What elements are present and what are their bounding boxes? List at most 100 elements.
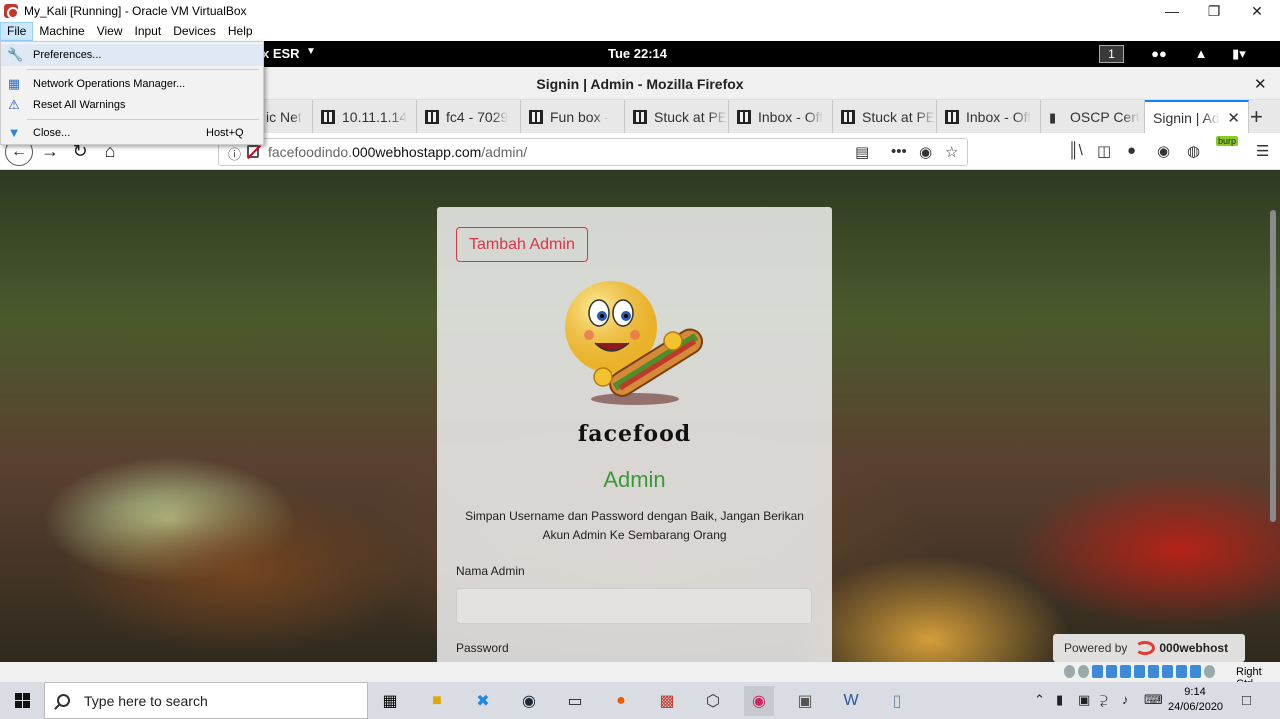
file-explorer-icon[interactable]: ■ bbox=[422, 686, 452, 716]
pocket-icon[interactable]: ◉ bbox=[919, 143, 932, 161]
taskbar-search[interactable]: Type here to search bbox=[44, 682, 368, 719]
kali-favicon-icon bbox=[633, 109, 647, 124]
powered-by-badge[interactable]: Powered by 000webhost bbox=[1053, 634, 1245, 662]
tab-3[interactable]: fc4 - 7029 bbox=[417, 100, 521, 133]
kali-favicon-icon bbox=[321, 109, 335, 124]
terminal-icon[interactable]: ▭ bbox=[560, 686, 590, 716]
menu-devices[interactable]: Devices bbox=[167, 22, 222, 41]
display-status-icon[interactable] bbox=[1148, 665, 1159, 678]
warning-icon: ⚠ bbox=[8, 97, 20, 112]
tab-close-icon[interactable]: ✕ bbox=[1227, 109, 1240, 127]
shared-folder-status-icon[interactable] bbox=[1134, 665, 1145, 678]
tab-9[interactable]: ▮ OSCP Cert bbox=[1041, 100, 1145, 133]
vscode-icon[interactable]: ✖ bbox=[468, 686, 498, 716]
close-window-button[interactable]: ✕ bbox=[1235, 0, 1279, 22]
panel-clock[interactable]: Tue 22:14 bbox=[608, 46, 667, 61]
tab-signin-active[interactable]: Signin | Ad ✕ bbox=[1145, 100, 1249, 133]
new-tab-button[interactable]: + bbox=[1250, 104, 1263, 130]
battery-icon[interactable]: ▮▾ bbox=[1230, 46, 1248, 62]
microphone-icon[interactable]: ▮ bbox=[1056, 692, 1063, 708]
optical-drive-status-icon[interactable] bbox=[1078, 665, 1089, 678]
network-icon[interactable]: ▲ bbox=[1192, 46, 1210, 62]
tray-network-icon[interactable]: ▣ bbox=[1078, 692, 1090, 708]
burp-taskbar-icon[interactable]: ▩ bbox=[652, 686, 682, 716]
recording-status-icon[interactable] bbox=[1162, 665, 1173, 678]
menu-view[interactable]: View bbox=[91, 22, 129, 41]
library-icon[interactable]: ║\ bbox=[1068, 142, 1083, 159]
virtualbox-icon bbox=[4, 4, 19, 19]
tab-7[interactable]: Stuck at PE bbox=[833, 100, 937, 133]
usb-status-icon[interactable] bbox=[1120, 665, 1131, 678]
page-scrollbar[interactable] bbox=[1270, 210, 1276, 522]
virtualbox-menubar: File Machine View Input Devices Help bbox=[0, 22, 1280, 41]
powered-by-text: Powered by bbox=[1064, 641, 1128, 655]
hdd-status-icon[interactable] bbox=[1064, 665, 1075, 678]
taskbar-clock[interactable]: 9:14 24/06/2020 bbox=[1168, 685, 1223, 715]
mouse-integration-icon[interactable] bbox=[1190, 665, 1201, 678]
keyboard-icon[interactable]: ⌨ bbox=[1144, 692, 1163, 708]
menu-file[interactable]: File bbox=[0, 22, 34, 41]
3d-box-icon[interactable]: ⬡ bbox=[698, 686, 728, 716]
remote-desktop-icon[interactable]: ▣ bbox=[790, 686, 820, 716]
page-description: Simpan Username dan Password dengan Baik… bbox=[465, 509, 804, 542]
info-icon[interactable]: ⓘ bbox=[228, 144, 241, 163]
tab-label: ic Net bbox=[266, 108, 302, 125]
tab-8[interactable]: Inbox - Off bbox=[937, 100, 1041, 133]
users-icon[interactable]: ●● bbox=[1150, 46, 1168, 62]
tray-overflow-chevron-icon[interactable]: ⌃ bbox=[1034, 692, 1045, 708]
search-icon bbox=[57, 694, 70, 707]
volume-icon[interactable]: ♪ bbox=[1122, 692, 1129, 707]
tab-2[interactable]: 10.11.1.14 bbox=[313, 100, 417, 133]
menu-machine[interactable]: Machine bbox=[33, 22, 90, 41]
task-view-icon[interactable]: ▦ bbox=[375, 686, 405, 716]
workspace-indicator[interactable]: 1 bbox=[1099, 45, 1124, 63]
page-actions-icon[interactable]: ••• bbox=[891, 143, 907, 160]
tambah-admin-button[interactable]: Tambah Admin bbox=[456, 227, 588, 262]
wifi-icon[interactable]: ⥻ bbox=[1100, 692, 1108, 708]
network-icon: ▦ bbox=[7, 76, 21, 91]
panel-app-menu[interactable]: x ESR bbox=[262, 46, 300, 61]
bookmark-star-icon[interactable]: ☆ bbox=[945, 143, 958, 161]
file-dropdown-menu: 🔧 Preferences... ▦ Network Operations Ma… bbox=[0, 41, 264, 145]
kali-favicon-icon bbox=[841, 109, 855, 124]
reader-view-icon[interactable]: ▤ bbox=[855, 143, 869, 161]
tab-6[interactable]: Inbox - Off bbox=[729, 100, 833, 133]
network-status-icon[interactable] bbox=[1106, 665, 1117, 678]
extension-icon[interactable]: ◍ bbox=[1187, 142, 1200, 160]
minimize-button[interactable]: — bbox=[1150, 0, 1194, 22]
tab-5[interactable]: Stuck at PE bbox=[625, 100, 729, 133]
menu-item-close[interactable]: ▼ Close... Host+Q bbox=[1, 122, 263, 144]
word-icon[interactable]: W bbox=[836, 686, 866, 716]
burp-extension-badge[interactable]: burp bbox=[1216, 136, 1239, 146]
menu-help[interactable]: Help bbox=[222, 22, 259, 41]
url-text[interactable]: facefoodindo.000webhostapp.com/admin/ bbox=[268, 144, 527, 160]
notifications-icon[interactable]: □ bbox=[1242, 692, 1251, 709]
username-label: Nama Admin bbox=[456, 564, 525, 578]
menu-item-network-operations[interactable]: ▦ Network Operations Manager... bbox=[1, 73, 263, 95]
close-shortcut: Host+Q bbox=[206, 127, 244, 139]
menu-item-reset-warnings[interactable]: ⚠ Reset All Warnings bbox=[1, 94, 263, 116]
keyboard-status-icon[interactable] bbox=[1204, 665, 1215, 678]
username-input[interactable] bbox=[456, 588, 812, 624]
steam-icon[interactable]: ◉ bbox=[514, 686, 544, 716]
cookie-extension-icon[interactable]: ● bbox=[1127, 142, 1136, 159]
page-heading: Admin bbox=[603, 467, 666, 492]
start-button[interactable] bbox=[0, 682, 44, 719]
url-bar[interactable]: ⓘ facefoodindo.000webhostapp.com/admin/ … bbox=[218, 138, 968, 166]
firefox-close-icon[interactable]: ✕ bbox=[1254, 75, 1267, 93]
powered-brand: 000webhost bbox=[1159, 641, 1229, 655]
audio-status-icon[interactable] bbox=[1092, 665, 1103, 678]
sidebar-icon[interactable]: ◫ bbox=[1097, 142, 1111, 160]
menu-item-preferences[interactable]: 🔧 Preferences... bbox=[1, 44, 263, 66]
firefox-taskbar-icon[interactable]: ● bbox=[606, 686, 636, 716]
vtx-status-icon[interactable] bbox=[1176, 665, 1187, 678]
windows-logo-icon bbox=[14, 693, 30, 708]
cookie-editor-icon[interactable]: ◉ bbox=[1157, 142, 1170, 160]
virtualbox-taskbar-icon[interactable]: ◉ bbox=[744, 686, 774, 716]
restore-button[interactable]: ❐ bbox=[1192, 0, 1236, 22]
hamburger-menu-icon[interactable]: ☰ bbox=[1256, 142, 1269, 160]
tab-4[interactable]: Fun box - bbox=[521, 100, 625, 133]
page-content: Tambah Admin facefood Admin Simpan Usern… bbox=[0, 170, 1280, 662]
notepad-icon[interactable]: ▯ bbox=[882, 686, 912, 716]
menu-input[interactable]: Input bbox=[129, 22, 168, 41]
